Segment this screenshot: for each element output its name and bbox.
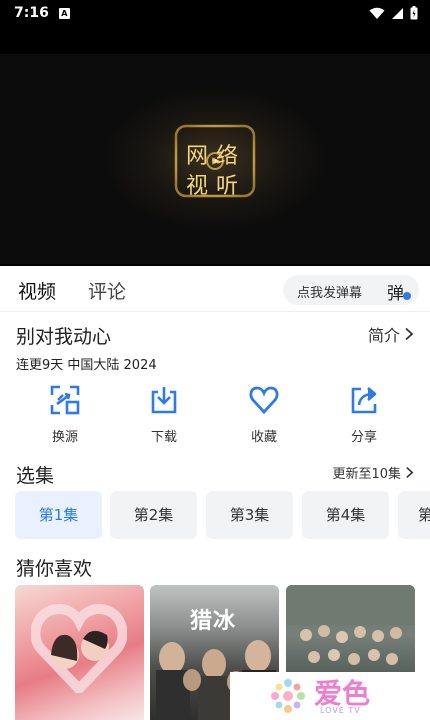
show-title: 别对我动心 (16, 326, 112, 348)
action-bar: 换源 下载 收藏 分享 (0, 384, 430, 450)
logo-text-top: 网络 (186, 144, 247, 169)
battery-icon (410, 6, 418, 20)
intro-link[interactable]: 简介 (368, 322, 414, 346)
download-button[interactable]: 下载 (134, 384, 194, 445)
episode-chip[interactable]: 第1集 (15, 491, 102, 539)
intro-label: 简介 (367, 326, 400, 345)
show-meta: 连更9天 中国大陆 2024 (16, 358, 157, 373)
recommend-title: 猜你喜欢 (16, 558, 93, 580)
status-icons (369, 6, 418, 20)
favorite-button[interactable]: 收藏 (234, 384, 294, 445)
episode-list: 第1集 第2集 第3集 第4集 第 (15, 491, 430, 539)
watermark-subtext: LOVE TV (320, 706, 361, 715)
chevron-right-icon (405, 327, 414, 341)
episode-chip[interactable]: 第4集 (302, 491, 389, 539)
wifi-icon (369, 7, 385, 19)
tab-comments[interactable]: 评论 (88, 277, 126, 304)
share-icon (351, 387, 377, 414)
recommend-poster[interactable] (15, 585, 144, 720)
watermark: 爱色 LOVE TV (230, 672, 430, 720)
episodes-title: 选集 (16, 465, 55, 487)
poster-heart-graphic (31, 603, 127, 693)
switch-source-label: 换源 (51, 430, 78, 445)
chevron-right-icon (406, 466, 414, 479)
danmu-toggle-icon[interactable]: 弹 (387, 279, 411, 304)
share-button[interactable]: 分享 (334, 384, 394, 445)
tab-video[interactable]: 视频 (18, 277, 56, 304)
video-frame: 网络 视听 (0, 54, 430, 264)
status-time: 7:16 (14, 5, 49, 21)
download-label: 下载 (150, 430, 177, 445)
episode-chip[interactable]: 第2集 (110, 491, 197, 539)
notification-icon: A (58, 7, 70, 19)
danmu-input[interactable]: 点我发弹幕 弹 (283, 275, 419, 305)
favorite-label: 收藏 (250, 430, 277, 445)
share-label: 分享 (350, 430, 377, 445)
switch-source-button[interactable]: 换源 (35, 384, 95, 445)
heart-icon (249, 386, 279, 415)
video-player[interactable]: 网络 视听 (0, 26, 430, 266)
episode-chip[interactable]: 第 (398, 491, 430, 539)
detail-tabs: 视频 评论 点我发弹幕 弹 (0, 266, 430, 312)
episode-chip[interactable]: 第3集 (206, 491, 293, 539)
flower-logo-icon (271, 679, 305, 713)
episodes-more-link[interactable]: 更新至10集 (332, 463, 414, 482)
episodes-update-text: 更新至10集 (332, 467, 401, 482)
logo-text-bottom: 视听 (186, 174, 247, 199)
signal-icon (392, 7, 403, 19)
switch-source-icon (50, 385, 80, 415)
download-icon (151, 387, 177, 414)
danmu-placeholder: 点我发弹幕 (297, 286, 363, 301)
status-bar: 7:16 A (0, 0, 430, 26)
